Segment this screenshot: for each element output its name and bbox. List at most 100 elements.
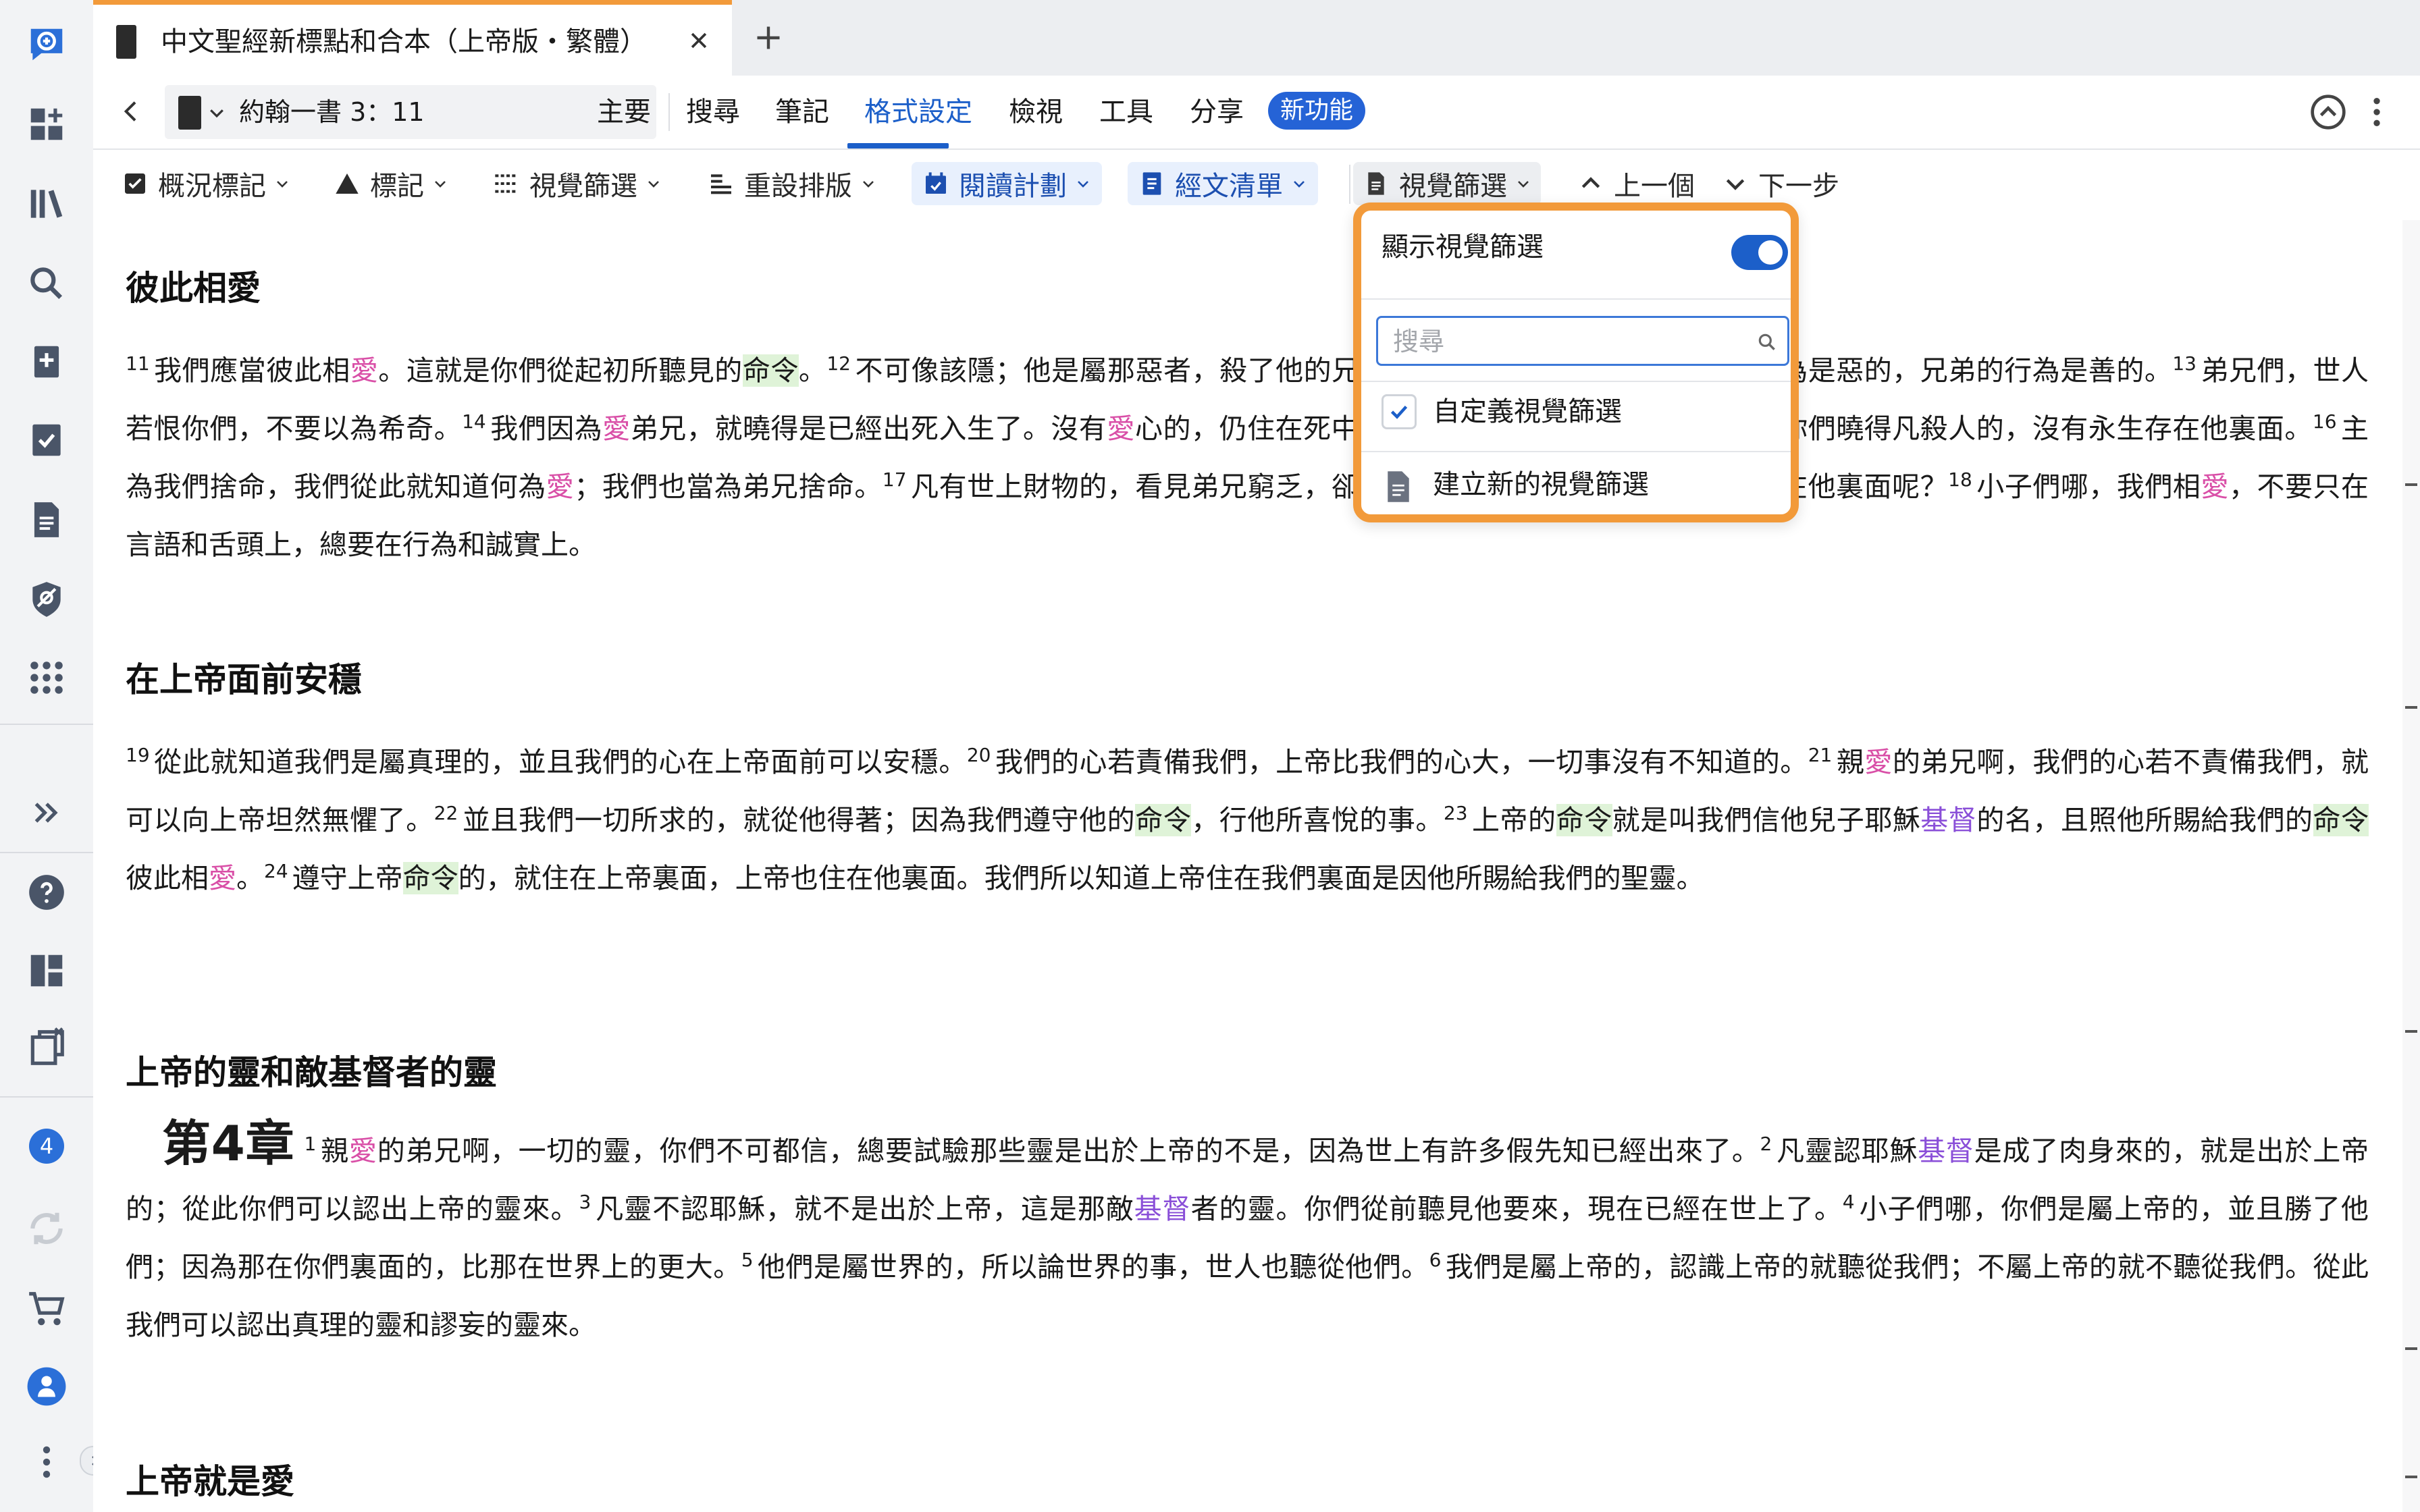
custom-filter-label[interactable]: 自定義視覺篩選 bbox=[1433, 390, 1622, 433]
reference-selector[interactable]: 約翰一書 3：11 bbox=[165, 85, 656, 139]
menu-notes[interactable]: 筆記 bbox=[775, 90, 829, 134]
left-icon-rail: 4 bbox=[0, 0, 109, 1512]
menu-search[interactable]: 搜尋 bbox=[686, 90, 740, 134]
chevron-down-icon bbox=[210, 109, 223, 118]
rail-divider bbox=[0, 1096, 93, 1098]
active-menu-indicator bbox=[847, 143, 949, 148]
reference-text: 約翰一書 3：11 bbox=[239, 97, 425, 127]
chevron-left-icon bbox=[124, 101, 136, 122]
bookmark-add-icon[interactable] bbox=[22, 338, 71, 386]
sync-icon[interactable] bbox=[22, 1204, 71, 1253]
calendar-icon bbox=[926, 172, 946, 194]
toolbar-divider bbox=[1349, 165, 1350, 204]
cart-icon[interactable] bbox=[22, 1285, 71, 1334]
menu-tools[interactable]: 工具 bbox=[1099, 90, 1153, 134]
notification-badge[interactable]: 4 bbox=[22, 1122, 71, 1170]
reading-plan-button[interactable]: 閱讀計劃 bbox=[912, 162, 1102, 205]
checkbox-icon bbox=[125, 173, 145, 194]
rail-divider bbox=[0, 724, 93, 725]
menu-format[interactable]: 格式設定 bbox=[864, 90, 972, 134]
chevron-down-icon bbox=[1078, 181, 1088, 188]
dashboard-add-icon[interactable] bbox=[22, 100, 71, 148]
next-button[interactable]: 下一步 bbox=[1722, 162, 1839, 205]
previous-label: 上一個 bbox=[1614, 171, 1695, 202]
show-visual-filter-toggle[interactable] bbox=[1731, 235, 1788, 270]
section-heading: 在上帝面前安穩 bbox=[126, 660, 362, 699]
passage-list-button[interactable]: 經文清單 bbox=[1128, 162, 1318, 205]
book-icon bbox=[116, 25, 136, 59]
chevron-down-icon bbox=[1294, 181, 1305, 188]
help-icon[interactable] bbox=[22, 868, 71, 917]
expand-icon[interactable] bbox=[22, 788, 71, 837]
visual-filter-dropdown-button[interactable]: 視覺篩選 bbox=[1353, 162, 1541, 205]
new-features-badge[interactable]: 新功能 bbox=[1268, 92, 1366, 130]
scroll-up-icon[interactable] bbox=[2309, 93, 2347, 131]
passage-paragraph: 11我們應當彼此相愛。這就是你們從起初所聽見的命令。12不可像該隱；他是屬那惡者… bbox=[126, 352, 2369, 561]
previous-button[interactable]: 上一個 bbox=[1577, 162, 1695, 205]
apps-grid-icon[interactable] bbox=[22, 653, 71, 702]
filter-search-input[interactable] bbox=[1392, 323, 1732, 360]
new-tab-button[interactable] bbox=[749, 19, 787, 57]
custom-filter-checkbox[interactable] bbox=[1382, 394, 1417, 429]
toolbar-label: 視覺篩選 bbox=[1399, 171, 1507, 202]
tab-bar: 中文聖經新標點和合本（上帝版・繁體） bbox=[93, 0, 2420, 76]
book-icon bbox=[178, 96, 201, 130]
chapter-number: 第4章 bbox=[162, 1115, 295, 1172]
triangle-icon bbox=[336, 173, 359, 194]
toolbar-label: 概況標記 bbox=[158, 171, 266, 202]
chevron-down-icon bbox=[1518, 181, 1529, 188]
visual-filter-popup: 顯示視覺篩選 自定義視覺篩選 建立新的視覺篩選 bbox=[1353, 202, 1799, 522]
document-icon[interactable] bbox=[22, 495, 71, 544]
visual-filter-button[interactable]: 視覺篩選 bbox=[493, 162, 662, 205]
section-heading: 上帝就是愛 bbox=[126, 1462, 294, 1501]
document-tab[interactable]: 中文聖經新標點和合本（上帝版・繁體） bbox=[93, 0, 732, 76]
library-icon[interactable] bbox=[22, 180, 71, 228]
checkmark-icon bbox=[1390, 405, 1408, 419]
menu-home[interactable]: 主要 bbox=[597, 90, 651, 134]
close-icon[interactable] bbox=[682, 24, 716, 57]
chevron-down-icon bbox=[277, 181, 288, 188]
filter-search-field[interactable] bbox=[1376, 316, 1789, 366]
section-heading: 上帝的靈和敵基督者的靈 bbox=[126, 1053, 497, 1092]
menu-share[interactable]: 分享 bbox=[1190, 90, 1244, 134]
popup-divider bbox=[1361, 381, 1791, 382]
passage-paragraph: 第4章 1 親愛的弟兄啊，一切的靈，你們不可都信，總要試驗那些靈是出於上帝的不是，因… bbox=[126, 1115, 2369, 1341]
scrollbar[interactable] bbox=[2402, 220, 2420, 1512]
more-icon[interactable] bbox=[22, 1438, 71, 1486]
back-button[interactable] bbox=[115, 94, 149, 128]
document-icon bbox=[1368, 172, 1384, 195]
toolbar-label: 閱讀計劃 bbox=[959, 171, 1067, 202]
chevron-down-icon bbox=[1726, 179, 1745, 190]
reset-layout-button[interactable]: 重設排版 bbox=[708, 162, 876, 205]
clipboard-close-icon[interactable] bbox=[22, 1023, 71, 1072]
menu-view[interactable]: 檢視 bbox=[1009, 90, 1063, 134]
show-visual-filter-label: 顯示視覺篩選 bbox=[1382, 232, 1544, 263]
text-layout-icon bbox=[711, 174, 731, 194]
search-icon[interactable] bbox=[22, 259, 71, 308]
chevron-down-icon bbox=[648, 181, 659, 188]
document-icon bbox=[1388, 471, 1409, 502]
eye-off-icon[interactable] bbox=[22, 575, 71, 624]
popup-divider bbox=[1361, 451, 1791, 452]
layout-icon[interactable] bbox=[22, 946, 71, 995]
toolbar-label: 經文清單 bbox=[1175, 171, 1283, 202]
more-options-icon[interactable] bbox=[2363, 93, 2390, 131]
user-icon[interactable] bbox=[22, 1362, 71, 1411]
markup-button[interactable]: 標記 bbox=[334, 162, 448, 205]
chevron-up-icon bbox=[1581, 177, 1600, 188]
section-heading: 彼此相愛 bbox=[126, 269, 261, 308]
filter-icon bbox=[495, 174, 518, 193]
list-icon bbox=[1142, 172, 1161, 195]
overview-markup-button[interactable]: 概況標記 bbox=[122, 162, 290, 205]
checklist-icon[interactable] bbox=[22, 416, 71, 464]
chevron-down-icon bbox=[435, 181, 446, 188]
bible-text-panel: 彼此相愛 11我們應當彼此相愛。這就是你們從起初所聽見的命令。12不可像該隱；他… bbox=[93, 220, 2402, 1512]
format-toolbar: 概況標記 標記 視覺篩選 重設排版 閱讀計劃 經文清單 視覺篩選 上一個 下一步 bbox=[93, 150, 2420, 221]
add-search-icon[interactable] bbox=[22, 20, 71, 69]
chevron-down-icon bbox=[863, 181, 874, 188]
toolbar-label: 標記 bbox=[370, 171, 424, 202]
bible-app: 4 中文聖經新標點和合本（上帝版・繁體） 約翰一書 3：11 主要 搜尋 筆記 … bbox=[0, 0, 2420, 1512]
popup-divider bbox=[1361, 298, 1791, 300]
rail-divider bbox=[0, 852, 93, 853]
create-new-filter-option[interactable]: 建立新的視覺篩選 bbox=[1433, 463, 1649, 506]
